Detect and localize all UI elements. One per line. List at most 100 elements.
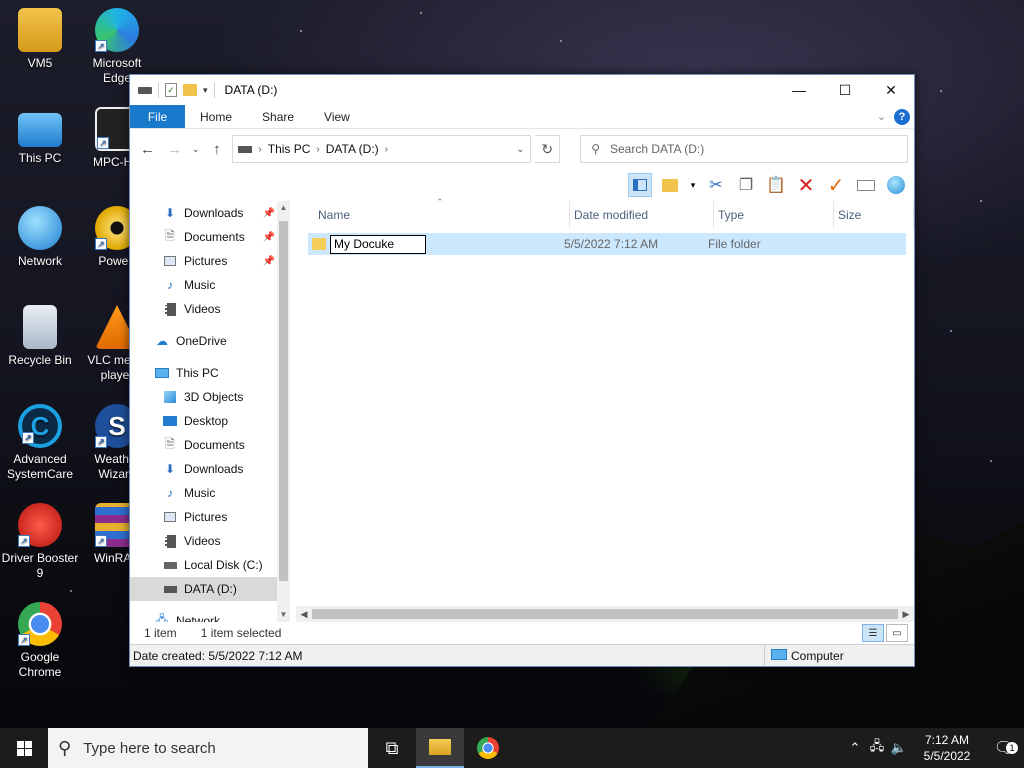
- command-toolbar: ▾ ✂ ❐ 📋 ✕ ✓: [130, 169, 914, 201]
- close-button[interactable]: ✕: [868, 75, 914, 105]
- horizontal-scrollbar[interactable]: ◀ ▶: [296, 606, 914, 622]
- nav-item-documents[interactable]: 🗎 Documents: [162, 433, 277, 457]
- forward-button[interactable]: →: [163, 137, 186, 161]
- table-row[interactable]: My Docuke 5/5/2022 7:12 AM File folder: [308, 233, 906, 255]
- system-tray: ⌃ 🖧 🔈 7:12 AM 5/5/2022 🗨 1: [844, 728, 1024, 768]
- chevron-right-icon[interactable]: ›: [385, 144, 388, 155]
- task-view-button[interactable]: ⧉: [368, 728, 416, 768]
- chevron-right-icon[interactable]: ›: [258, 144, 261, 155]
- desktop-icon-network[interactable]: Network: [0, 206, 80, 269]
- drive-icon: [238, 145, 253, 153]
- nav-item-pictures-quick[interactable]: Pictures 📌: [162, 249, 277, 273]
- minimize-button[interactable]: —: [776, 75, 822, 105]
- scroll-down-icon[interactable]: ▼: [277, 608, 290, 622]
- desktop-icon-chrome[interactable]: ↗ Google Chrome: [0, 602, 80, 680]
- nav-item-music-quick[interactable]: ♪ Music: [162, 273, 277, 297]
- cut-icon[interactable]: ✂: [704, 173, 728, 197]
- computer-icon: [771, 648, 787, 663]
- clock-date: 5/5/2022: [923, 749, 971, 763]
- nav-item-videos[interactable]: Videos: [162, 529, 277, 553]
- nav-item-local-disk-c[interactable]: Local Disk (C:): [162, 553, 277, 577]
- column-type[interactable]: Type: [714, 201, 834, 229]
- notification-center-button[interactable]: 🗨 1: [984, 738, 1024, 758]
- column-name[interactable]: Name ⌃: [314, 197, 570, 229]
- new-folder-icon[interactable]: [658, 173, 682, 197]
- nav-item-downloads-quick[interactable]: ⬇ Downloads 📌: [162, 201, 277, 225]
- address-bar[interactable]: › This PC › DATA (D:) › ⌄: [232, 135, 532, 163]
- search-input[interactable]: Search DATA (D:): [610, 142, 704, 156]
- desktop-icon-advanced-systemcare[interactable]: C ↗ Advanced SystemCare: [0, 404, 80, 482]
- expand-ribbon-icon[interactable]: ⌄: [877, 110, 886, 123]
- column-size[interactable]: Size: [834, 201, 914, 229]
- ribbon-tabs: File Home Share View ⌄ ?: [130, 105, 914, 129]
- rename-input[interactable]: My Docuke: [330, 234, 426, 254]
- desktop-icon-recyclebin[interactable]: Recycle Bin: [0, 305, 80, 368]
- nav-item-desktop[interactable]: Desktop: [162, 409, 277, 433]
- desktop-icon-vm5[interactable]: VM5: [0, 8, 80, 71]
- chevron-down-icon[interactable]: ⌄: [510, 144, 530, 155]
- nav-item-network[interactable]: 🖧 Network: [154, 609, 277, 623]
- rename-confirm-icon[interactable]: ✓: [824, 173, 848, 197]
- taskbar-search[interactable]: ⚲ Type here to search: [48, 728, 368, 768]
- desktop-icon: [162, 413, 178, 429]
- film-icon: [162, 301, 178, 317]
- nav-item-pictures[interactable]: Pictures: [162, 505, 277, 529]
- back-button[interactable]: ←: [136, 137, 159, 161]
- breadcrumb-data-d[interactable]: DATA (D:): [326, 142, 379, 156]
- copy-icon[interactable]: ❐: [734, 173, 758, 197]
- taskbar-search-input[interactable]: Type here to search: [83, 740, 216, 757]
- chevron-up-icon[interactable]: ⌃: [844, 740, 866, 756]
- start-button[interactable]: [0, 728, 48, 768]
- tab-view[interactable]: View: [309, 105, 365, 128]
- tab-home[interactable]: Home: [185, 105, 247, 128]
- column-date-modified[interactable]: Date modified: [570, 201, 714, 229]
- nav-item-downloads[interactable]: ⬇ Downloads: [162, 457, 277, 481]
- scroll-left-icon[interactable]: ◀: [296, 606, 312, 622]
- properties-icon[interactable]: [854, 173, 878, 197]
- title-bar[interactable]: ✓ ▾ DATA (D:) — ☐ ✕: [130, 75, 914, 105]
- navigation-pane-icon[interactable]: [628, 173, 652, 197]
- drive-icon: [162, 557, 178, 573]
- chevron-down-icon[interactable]: ▾: [688, 173, 698, 197]
- large-icons-view-button[interactable]: ▭: [886, 624, 908, 642]
- file-explorer-window[interactable]: ✓ ▾ DATA (D:) — ☐ ✕ File Home Share View…: [129, 74, 915, 667]
- paste-icon[interactable]: 📋: [764, 173, 788, 197]
- nav-item-data-d[interactable]: DATA (D:): [130, 577, 277, 601]
- tab-file[interactable]: File: [130, 105, 185, 128]
- volume-icon[interactable]: 🔈: [888, 740, 910, 756]
- clock[interactable]: 7:12 AM 5/5/2022: [910, 732, 984, 764]
- new-folder-icon[interactable]: [183, 84, 197, 96]
- help-icon[interactable]: ?: [894, 108, 910, 125]
- scroll-up-icon[interactable]: ▲: [277, 201, 290, 215]
- nav-item-onedrive[interactable]: ☁ OneDrive: [154, 329, 277, 353]
- notification-count: 1: [1006, 742, 1018, 754]
- up-button[interactable]: ↑: [205, 137, 228, 161]
- nav-item-3d-objects[interactable]: 3D Objects: [162, 385, 277, 409]
- search-box[interactable]: ⚲ Search DATA (D:): [580, 135, 908, 163]
- properties-icon[interactable]: ✓: [165, 83, 177, 97]
- delete-icon[interactable]: ✕: [794, 173, 818, 197]
- breadcrumb-this-pc[interactable]: This PC: [268, 142, 311, 156]
- maximize-button[interactable]: ☐: [822, 75, 868, 105]
- scroll-thumb[interactable]: [278, 221, 288, 581]
- nav-item-documents-quick[interactable]: 🗎 Documents 📌: [162, 225, 277, 249]
- refresh-button[interactable]: ↻: [535, 135, 561, 163]
- nav-item-music[interactable]: ♪ Music: [162, 481, 277, 505]
- network-tray-icon[interactable]: 🖧: [866, 737, 888, 759]
- file-list[interactable]: Name ⌃ Date modified Type Size My Docuke …: [290, 197, 914, 622]
- taskbar-chrome[interactable]: [464, 728, 512, 768]
- customize-qa-icon[interactable]: ▾: [203, 85, 208, 96]
- scroll-thumb[interactable]: [312, 609, 898, 619]
- nav-scrollbar[interactable]: ▲ ▼: [276, 201, 290, 622]
- scroll-right-icon[interactable]: ▶: [898, 606, 914, 622]
- chevron-right-icon[interactable]: ›: [316, 144, 319, 155]
- desktop-icon-thispc[interactable]: This PC: [0, 107, 80, 166]
- nav-item-this-pc[interactable]: This PC: [154, 361, 277, 385]
- nav-item-videos-quick[interactable]: Videos: [162, 297, 277, 321]
- recent-locations-button[interactable]: ⌄: [190, 137, 201, 161]
- desktop-icon-driver-booster[interactable]: ↗ Driver Booster 9: [0, 503, 80, 581]
- tab-share[interactable]: Share: [247, 105, 309, 128]
- globe-icon[interactable]: [884, 173, 908, 197]
- details-view-button[interactable]: ☰: [862, 624, 884, 642]
- taskbar-file-explorer[interactable]: [416, 728, 464, 768]
